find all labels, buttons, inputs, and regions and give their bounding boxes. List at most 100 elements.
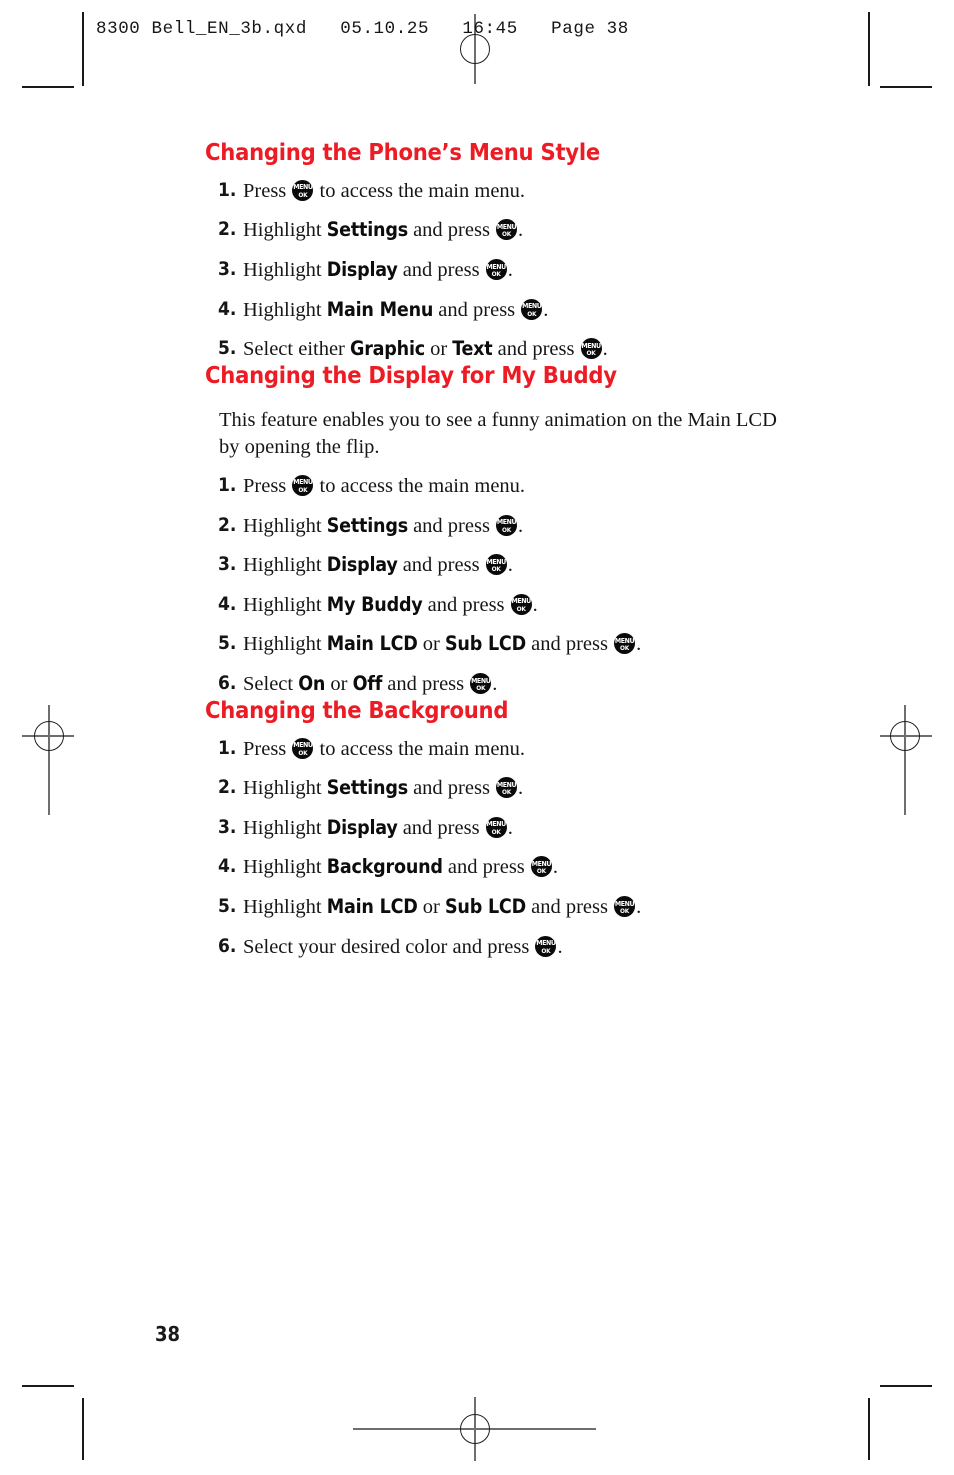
step-text: . [543,298,549,321]
menu-ok-key-bottom-label: OK [476,684,486,693]
step-text: Select either [243,338,351,361]
menu-ok-key-icon: MENU OK [485,259,507,281]
step-text: Select [243,673,299,696]
ui-term: Settings [326,776,408,800]
step-number: 5. [218,632,237,655]
menu-ok-key-icon: MENU OK [614,633,636,655]
step-text: and press [422,593,510,616]
step-text: to access the main menu. [314,474,526,497]
step-list-item: 3. Highlight Display and press MENU OK. [205,553,825,579]
crop-mark-top-right-vertical [868,12,870,86]
step-text: Press [243,737,292,760]
menu-ok-key-icon: MENU OK [580,338,602,360]
step-text: . [507,259,513,282]
ui-term: Main LCD [326,895,418,918]
menu-ok-key-bottom-label: OK [491,270,501,279]
step-text: and press [407,777,496,800]
step-text: to access the main menu. [314,737,526,760]
ui-term: Main Menu [326,297,434,321]
step-number: 3. [218,553,237,576]
step-number: 6. [218,934,237,957]
ui-term: Text [452,337,493,361]
step-text: Highlight [243,856,327,879]
step-text: and press [382,673,470,696]
step-list: 1. Press MENU OK to access the main menu. 2… [205,179,825,363]
menu-ok-key-icon: MENU OK [510,593,532,615]
step-number: 4. [218,297,237,320]
step-text: . [532,593,538,616]
ui-term: On [298,672,326,696]
step-text: and press [407,219,496,242]
step-number: 2. [218,218,237,241]
step-text: Highlight [243,777,327,800]
step-text: and press [397,554,485,577]
menu-ok-key-icon: MENU OK [292,179,314,201]
menu-ok-key-icon: MENU OK [292,737,314,759]
menu-ok-key-icon: MENU OK [485,816,507,838]
step-text: to access the main menu. [314,179,526,202]
ui-term: Sub LCD [444,632,526,656]
step-number: 6. [218,672,237,695]
step-number: 2. [218,513,237,536]
step-list-item: 3. Highlight Display and press MENU OK. [205,258,825,284]
step-list-item: 1. Press MENU OK to access the main menu. [205,474,825,500]
ui-term: Main LCD [326,632,418,656]
step-text: and press [525,633,614,656]
menu-ok-key-bottom-label: OK [536,867,546,876]
step-list-item: 1. Press MENU OK to access the main menu. [205,179,825,205]
menu-ok-key-icon: MENU OK [496,777,518,799]
step-text: and press [407,514,496,537]
ui-term: Display [326,815,398,839]
step-text: and press [433,298,521,321]
page-number: 38 [155,1322,181,1346]
step-list-item: 5. Highlight Main LCD or Sub LCD and pres… [205,632,825,658]
step-number: 5. [218,337,237,360]
ui-term: Off [352,672,383,696]
step-text: Highlight [243,219,327,242]
menu-ok-key-icon: MENU OK [521,298,543,320]
menu-ok-key-bottom-label: OK [298,485,308,494]
step-list-item: 3. Highlight Display and press MENU OK. [205,816,825,842]
crop-mark-top-right-horizontal [880,86,932,88]
ui-term: Display [326,553,398,577]
step-text: . [492,673,498,696]
menu-ok-key-bottom-label: OK [586,349,596,358]
step-text: Highlight [243,298,327,321]
section-heading: Changing the Phone’s Menu Style [205,138,600,166]
crop-mark-bottom-left-vertical [82,1398,84,1460]
step-text: and press [397,816,485,839]
step-text: . [636,896,642,918]
step-text: Highlight [243,554,327,577]
step-list-item: 2. Highlight Settings and press MENU OK. [205,514,825,540]
step-text: Highlight [243,514,327,537]
step-text: Highlight [243,816,327,839]
step-list-item: 5. Highlight Main LCD or Sub LCD and pres… [205,895,825,921]
menu-ok-key-top-label: MENU [496,518,517,527]
step-list-item: 5. Select either Graphic or Text and pres… [205,337,825,363]
step-list-item: 4. Highlight Main Menu and press MENU OK. [205,298,825,324]
step-text: . [518,777,524,800]
step-text: or [424,338,453,361]
step-number: 3. [218,815,237,838]
menu-ok-key-icon: MENU OK [496,219,518,241]
step-number: 5. [218,895,237,917]
crop-mark-top-left-horizontal [22,86,74,88]
ui-term: Display [326,258,398,282]
page-content: Changing the Phone’s Menu Style 1. Press M… [205,138,825,961]
menu-ok-key-icon: MENU OK [470,673,492,695]
step-list-item: 1. Press MENU OK to access the main menu. [205,737,825,763]
step-list: 1. Press MENU OK to access the main menu. 2… [205,737,825,961]
step-text: or [325,673,353,696]
step-text: . [507,816,513,839]
step-text: and press [397,259,485,282]
step-text: . [507,554,513,577]
menu-ok-key-bottom-label: OK [491,827,501,836]
step-text: Select your desired color and press [243,935,535,958]
menu-ok-key-bottom-label: OK [491,565,501,574]
step-list-item: 2. Highlight Settings and press MENU OK. [205,218,825,244]
step-list: 1. Press MENU OK to access the main menu. 2… [205,474,825,698]
menu-ok-key-icon: MENU OK [485,554,507,576]
menu-ok-key-bottom-label: OK [527,309,537,318]
menu-ok-key-bottom-label: OK [298,190,308,199]
menu-ok-key-icon: MENU OK [614,896,636,917]
